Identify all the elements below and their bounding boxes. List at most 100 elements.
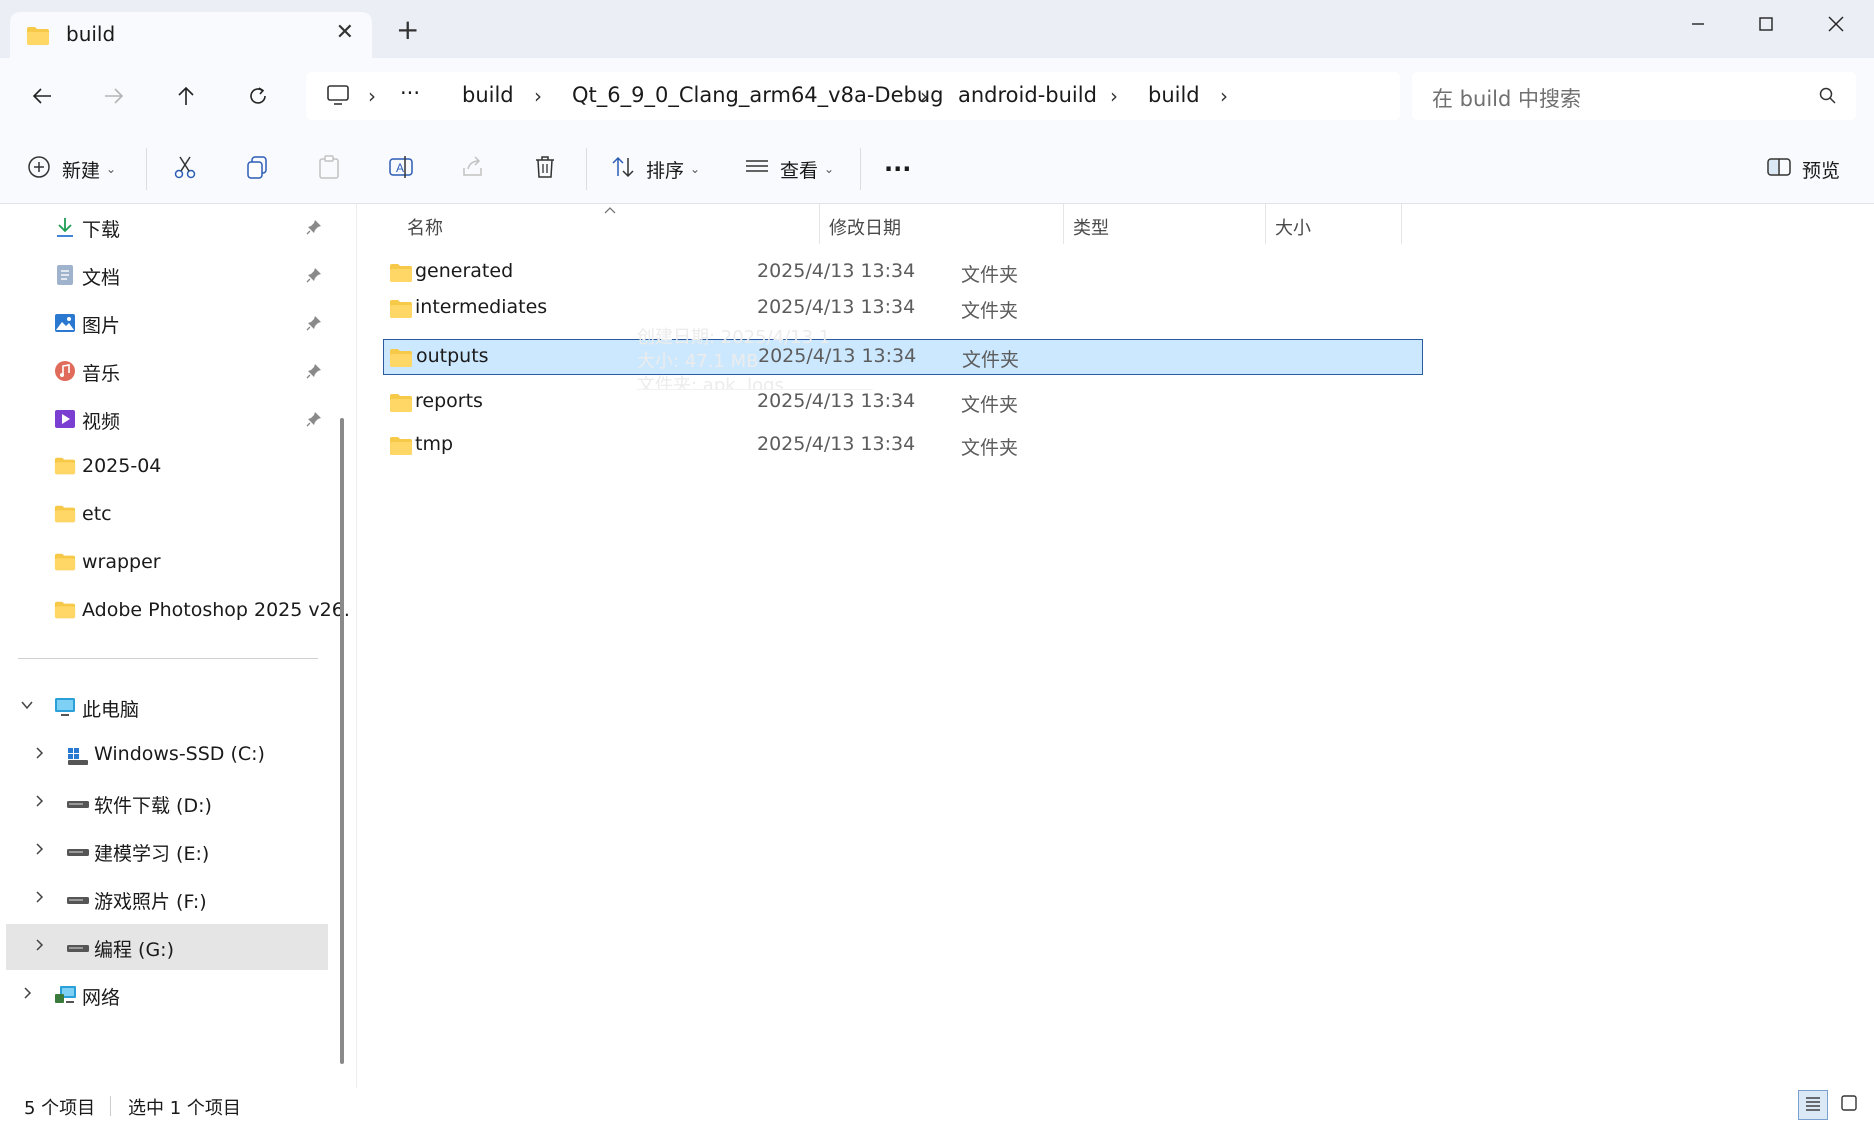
tab-build[interactable]: build ✕ <box>10 12 372 58</box>
sort-button[interactable]: 排序 ⌄ <box>610 134 700 204</box>
chevron-right-icon[interactable] <box>32 794 46 812</box>
chevron-right-icon[interactable]: › <box>534 84 542 108</box>
sidebar-item-drive-f[interactable]: 游戏照片 (F:) <box>6 876 328 922</box>
file-type: 文件夹 <box>961 437 1019 459</box>
sidebar-item-videos[interactable]: 视频 <box>6 396 328 442</box>
sidebar-item-label: 文档 <box>82 267 121 289</box>
column-header-size[interactable]: 大小 <box>1275 214 1311 240</box>
drive-icon <box>66 936 89 958</box>
new-tab-button[interactable]: + <box>396 16 419 44</box>
chevron-right-icon[interactable]: › <box>368 84 376 108</box>
more-options-button[interactable]: ··· <box>884 134 911 204</box>
chevron-right-icon[interactable] <box>32 938 46 956</box>
sidebar-item-2025-04[interactable]: 2025-04 <box>6 444 328 490</box>
item-count: 5 个项目 <box>24 1098 96 1119</box>
refresh-button[interactable] <box>242 80 274 112</box>
divider <box>18 658 318 659</box>
column-header-date[interactable]: 修改日期 <box>829 214 901 240</box>
sidebar-item-label: 视频 <box>82 411 121 433</box>
tiles-view-button[interactable] <box>1834 1090 1864 1120</box>
column-header-type[interactable]: 类型 <box>1073 214 1109 240</box>
search-input[interactable]: 在 build 中搜索 <box>1432 83 1581 113</box>
chevron-right-icon[interactable] <box>32 842 46 860</box>
chevron-right-icon[interactable] <box>32 746 46 764</box>
details-view-button[interactable] <box>1798 1090 1828 1120</box>
sidebar-item-label: 2025-04 <box>82 455 162 477</box>
up-button[interactable] <box>170 80 202 112</box>
sidebar-item-music[interactable]: 音乐 <box>6 348 328 394</box>
sidebar-item-drive-e[interactable]: 建模学习 (E:) <box>6 828 328 874</box>
computer-icon[interactable] <box>326 84 350 110</box>
chevron-down-icon[interactable] <box>20 698 34 716</box>
column-header-name[interactable]: 名称 <box>407 214 443 240</box>
file-row-reports[interactable]: reports 2025/4/13 13:34 文件夹 <box>383 384 1423 420</box>
close-button[interactable] <box>1806 8 1866 40</box>
rename-button[interactable]: A <box>388 134 414 204</box>
divider <box>586 148 587 190</box>
column-divider[interactable] <box>819 204 820 244</box>
delete-button[interactable] <box>532 134 558 204</box>
sidebar-item-drive-c[interactable]: Windows-SSD (C:) <box>6 732 328 778</box>
search-icon[interactable] <box>1818 86 1838 110</box>
scissors-icon <box>172 154 198 185</box>
new-button[interactable]: 新建 ⌄ <box>26 134 116 204</box>
sidebar-item-drive-d[interactable]: 软件下载 (D:) <box>6 780 328 826</box>
back-button[interactable] <box>26 80 58 112</box>
column-divider[interactable] <box>1063 204 1064 244</box>
sort-ascending-icon <box>603 204 617 218</box>
chevron-right-icon[interactable]: › <box>1110 84 1118 108</box>
file-row-intermediates[interactable]: intermediates 2025/4/13 13:34 文件夹 <box>383 290 1423 326</box>
address-bar[interactable]: › ··· build › Qt_6_9_0_Clang_arm64_v8a-D… <box>306 72 1400 120</box>
breadcrumb-overflow[interactable]: ··· <box>400 81 420 105</box>
sidebar-item-this-pc[interactable]: 此电脑 <box>6 684 328 730</box>
file-row-tmp[interactable]: tmp 2025/4/13 13:34 文件夹 <box>383 427 1423 463</box>
clipboard-icon <box>316 154 342 185</box>
column-divider[interactable] <box>1265 204 1266 244</box>
sidebar-item-photoshop[interactable]: Adobe Photoshop 2025 v26. <box>6 588 350 634</box>
file-row-generated[interactable]: generated 2025/4/13 13:34 文件夹 <box>383 254 1423 290</box>
sidebar-item-network[interactable]: 网络 <box>6 972 328 1018</box>
sidebar-scrollbar[interactable] <box>340 418 344 1064</box>
sidebar-item-wrapper[interactable]: wrapper <box>6 540 328 586</box>
drive-icon <box>66 888 89 910</box>
breadcrumb-build-1[interactable]: build <box>462 83 514 107</box>
breadcrumb-android-build[interactable]: android-build <box>958 83 1097 107</box>
maximize-button[interactable] <box>1736 8 1796 40</box>
forward-button[interactable] <box>98 80 130 112</box>
sidebar-item-etc[interactable]: etc <box>6 492 328 538</box>
breadcrumb-build-2[interactable]: build <box>1148 83 1200 107</box>
new-label: 新建 <box>62 159 101 182</box>
minimize-button[interactable] <box>1668 8 1728 40</box>
sidebar-item-documents[interactable]: 文档 <box>6 252 328 298</box>
file-name: intermediates <box>415 296 548 318</box>
folder-icon <box>389 436 413 461</box>
chevron-right-icon[interactable]: › <box>1220 84 1228 108</box>
file-name: reports <box>415 390 483 412</box>
trash-icon <box>532 154 558 185</box>
view-label: 查看 <box>780 159 819 182</box>
tab-close-icon[interactable]: ✕ <box>336 20 354 45</box>
sidebar-item-label: 音乐 <box>82 363 121 385</box>
chevron-right-icon[interactable] <box>20 986 34 1004</box>
chevron-right-icon[interactable]: › <box>920 84 928 108</box>
pin-icon <box>306 218 322 240</box>
sort-icon <box>610 154 636 185</box>
pin-icon <box>306 314 322 336</box>
sidebar-item-drive-g[interactable]: 编程 (G:) <box>6 924 328 970</box>
copy-button[interactable] <box>244 134 270 204</box>
column-divider[interactable] <box>1401 204 1402 244</box>
sidebar-item-downloads[interactable]: 下载 <box>6 204 328 250</box>
view-button[interactable]: 查看 ⌄ <box>744 134 834 204</box>
breadcrumb-qt-debug[interactable]: Qt_6_9_0_Clang_arm64_v8a-Debug <box>572 83 943 107</box>
folder-icon <box>389 348 413 373</box>
cut-button[interactable] <box>172 134 198 204</box>
file-row-outputs[interactable]: outputs 2025/4/13 13:34 文件夹 <box>383 339 1423 375</box>
tooltip-folders: 文件夹: apk, logs <box>637 375 784 390</box>
sidebar-item-pictures[interactable]: 图片 <box>6 300 328 346</box>
share-button[interactable] <box>460 134 486 204</box>
paste-button[interactable] <box>316 134 342 204</box>
preview-pane-button[interactable]: 预览 <box>1766 134 1840 204</box>
status-bar: 5 个项目 选中 1 个项目 <box>0 1088 1874 1122</box>
chevron-right-icon[interactable] <box>32 890 46 908</box>
search-box[interactable]: 在 build 中搜索 <box>1412 72 1856 120</box>
